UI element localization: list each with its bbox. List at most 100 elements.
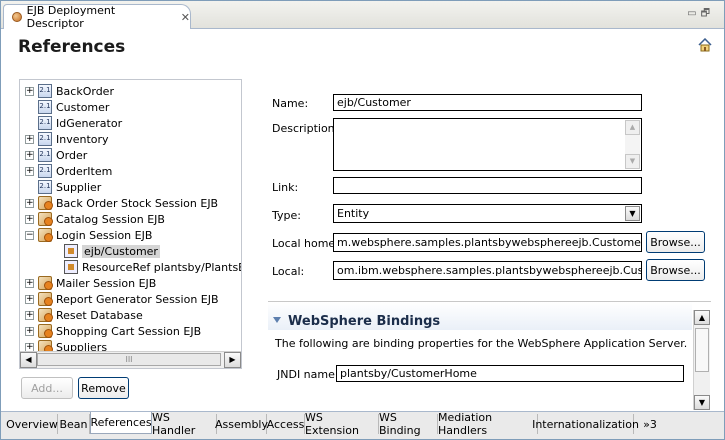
tree-item[interactable]: 2.1 Customer bbox=[25, 99, 109, 115]
description-scrollbar[interactable]: ▲ ▼ bbox=[625, 120, 640, 169]
tree-item[interactable]: + Shopping Cart Session EJB bbox=[25, 323, 201, 339]
local-home-input[interactable]: m.websphere.samples.plantsbywebsphereejb… bbox=[333, 233, 642, 252]
home-icon[interactable] bbox=[698, 38, 712, 52]
page-tab[interactable]: Internationalization bbox=[532, 414, 639, 434]
websphere-bindings-section: WebSphere Bindings The following are bin… bbox=[268, 301, 711, 410]
scroll-up-icon[interactable]: ▲ bbox=[625, 120, 640, 135]
websphere-bindings-header[interactable]: WebSphere Bindings bbox=[268, 302, 692, 330]
expand-icon[interactable]: + bbox=[25, 166, 34, 176]
tree-item-label: Inventory bbox=[56, 132, 109, 146]
type-select[interactable]: Entity ▼ bbox=[333, 204, 642, 223]
expand-icon[interactable]: + bbox=[25, 326, 34, 336]
tree-item[interactable]: + Report Generator Session EJB bbox=[25, 291, 219, 307]
maximize-icon[interactable]: 🗗 bbox=[701, 8, 714, 19]
tree-item-label: Reset Database bbox=[56, 308, 143, 322]
ejb-reference-icon bbox=[64, 244, 78, 258]
page-tab[interactable]: WS Extension bbox=[305, 411, 379, 437]
tree-item[interactable]: + Back Order Stock Session EJB bbox=[25, 195, 218, 211]
window-controls: ▭🗗 bbox=[687, 6, 714, 23]
websphere-vertical-scrollbar[interactable]: ▲ ▼ bbox=[693, 310, 710, 410]
tree-item[interactable]: 2.1 IdGenerator bbox=[25, 115, 122, 131]
scroll-track[interactable]: III bbox=[37, 352, 224, 368]
tree-item[interactable]: ejb/Customer bbox=[51, 243, 160, 259]
session-bean-icon bbox=[38, 228, 53, 242]
tree-item-label: Catalog Session EJB bbox=[56, 212, 165, 226]
tree-item[interactable]: ResourceRef plantsby/PlantsByW bbox=[51, 259, 241, 275]
session-bean-icon bbox=[38, 276, 53, 290]
collapse-chevron-icon[interactable] bbox=[273, 317, 281, 323]
remove-button[interactable]: Remove bbox=[78, 377, 129, 399]
tree-item[interactable]: + Catalog Session EJB bbox=[25, 211, 165, 227]
page-tab[interactable]: Access bbox=[267, 414, 305, 434]
references-tree[interactable]: +2.1 BackOrder 2.1 Customer 2.1 IdGenerator +2… bbox=[19, 79, 242, 369]
link-input[interactable] bbox=[333, 177, 642, 194]
tree-item-label: OrderItem bbox=[56, 164, 113, 178]
local-input[interactable]: om.ibm.websphere.samples.plantsbywebsphe… bbox=[333, 261, 642, 280]
expand-icon[interactable]: + bbox=[25, 294, 34, 304]
page-tab[interactable]: WS Handler bbox=[152, 411, 217, 437]
close-icon[interactable]: ✕ bbox=[181, 11, 190, 24]
entity-bean-icon: 2.1 bbox=[38, 132, 52, 146]
expand-icon[interactable]: + bbox=[25, 278, 34, 288]
tree-item[interactable]: +2.1 Inventory bbox=[25, 131, 109, 147]
websphere-bindings-title: WebSphere Bindings bbox=[288, 314, 441, 329]
tree-item[interactable]: + Reset Database bbox=[25, 307, 143, 323]
local-browse-button[interactable]: Browse... bbox=[646, 259, 705, 281]
page-title: References bbox=[18, 37, 126, 57]
tree-item[interactable]: +2.1 Order bbox=[25, 147, 87, 163]
local-home-browse-button[interactable]: Browse... bbox=[646, 231, 705, 253]
websphere-bindings-description: The following are binding properties for… bbox=[275, 337, 688, 350]
tree-item-label: BackOrder bbox=[56, 84, 114, 98]
add-button[interactable]: Add... bbox=[21, 377, 73, 399]
scroll-left-icon[interactable]: ◀ bbox=[20, 352, 37, 368]
page-tab[interactable]: Bean bbox=[58, 414, 90, 434]
scroll-thumb[interactable] bbox=[695, 328, 709, 372]
expand-icon[interactable]: + bbox=[25, 150, 34, 160]
name-input[interactable]: ejb/Customer bbox=[333, 94, 642, 111]
tree-item[interactable]: +2.1 BackOrder bbox=[25, 83, 114, 99]
tree-item-label: Shopping Cart Session EJB bbox=[56, 324, 202, 338]
tree-item[interactable]: 2.1 Supplier bbox=[25, 179, 101, 195]
editor-tab-strip: EJB Deployment Descriptor ✕ ▭🗗 bbox=[1, 1, 724, 30]
tree-item[interactable]: − Login Session EJB bbox=[25, 227, 152, 243]
more-tabs-overflow[interactable]: »3 bbox=[638, 414, 662, 434]
scroll-down-icon[interactable]: ▼ bbox=[694, 395, 710, 410]
expand-icon[interactable]: + bbox=[25, 134, 34, 144]
tree-item-label: Mailer Session EJB bbox=[56, 276, 157, 290]
page-tab[interactable]: Assembly bbox=[215, 414, 268, 434]
jndi-name-input[interactable]: plantsby/CustomerHome bbox=[336, 365, 684, 382]
tree-item-label: Report Generator Session EJB bbox=[56, 292, 219, 306]
entity-bean-icon: 2.1 bbox=[38, 84, 52, 98]
editor-frame: EJB Deployment Descriptor ✕ ▭🗗 Reference… bbox=[0, 0, 725, 440]
ejb-descriptor-icon bbox=[12, 12, 22, 22]
resource-reference-icon bbox=[64, 260, 78, 274]
scroll-thumb[interactable]: III bbox=[37, 353, 221, 366]
expand-icon[interactable]: + bbox=[25, 86, 34, 96]
description-textarea[interactable]: ▲ ▼ bbox=[333, 118, 642, 171]
page-tab[interactable]: Overview bbox=[6, 414, 58, 434]
entity-bean-icon: 2.1 bbox=[38, 148, 52, 162]
entity-bean-icon: 2.1 bbox=[38, 164, 52, 178]
collapse-icon[interactable]: − bbox=[25, 230, 34, 240]
local-home-label: Local home: bbox=[272, 237, 339, 250]
session-bean-icon bbox=[38, 308, 53, 322]
minimize-icon[interactable]: ▭ bbox=[687, 8, 700, 19]
jndi-name-label: JNDI name: bbox=[277, 368, 339, 381]
chevron-down-icon[interactable]: ▼ bbox=[625, 206, 640, 221]
expand-icon[interactable]: + bbox=[25, 310, 34, 320]
tree-horizontal-scrollbar[interactable]: ◀ III ▶ bbox=[20, 351, 241, 368]
expand-icon[interactable]: + bbox=[25, 198, 34, 208]
scroll-right-icon[interactable]: ▶ bbox=[224, 352, 241, 368]
tree-item[interactable]: + Mailer Session EJB bbox=[25, 275, 156, 291]
tree-item-label: Customer bbox=[56, 100, 110, 114]
session-bean-icon bbox=[38, 324, 53, 338]
page-tab[interactable]: References bbox=[90, 412, 152, 434]
tree-item[interactable]: +2.1 OrderItem bbox=[25, 163, 112, 179]
page-tab[interactable]: WS Binding bbox=[379, 411, 438, 437]
page-tab[interactable]: Mediation Handlers bbox=[438, 411, 538, 437]
scroll-up-icon[interactable]: ▲ bbox=[694, 310, 710, 325]
tree-item-label: Supplier bbox=[56, 180, 102, 194]
expand-icon[interactable]: + bbox=[25, 214, 34, 224]
editor-tab-ejb-deployment-descriptor[interactable]: EJB Deployment Descriptor ✕ bbox=[3, 4, 191, 30]
scroll-down-icon[interactable]: ▼ bbox=[625, 154, 640, 169]
